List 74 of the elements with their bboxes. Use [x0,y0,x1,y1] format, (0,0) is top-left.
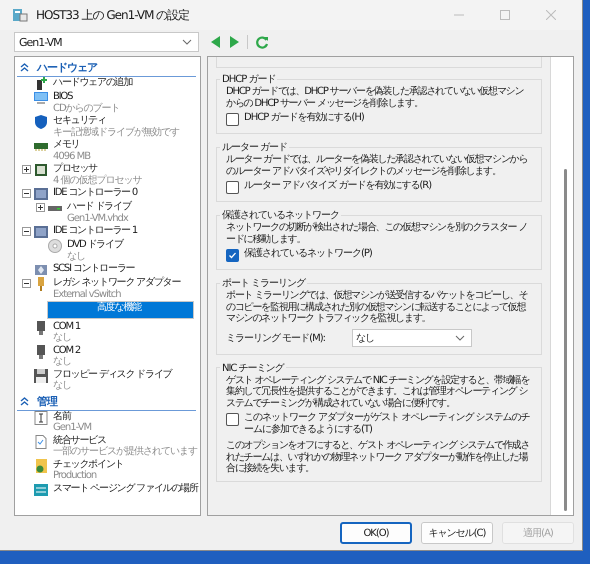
description-text: ネットワークの切断が検出された場合、この仮想マシンを別のクラスター ノードに移動します。 [226,222,528,245]
group-title: ルーター ガード [221,141,288,154]
description-text: ポート ミラーリングでは、仮想マシンが送受信するパケットをコピーし、そのコピーを監視用に構成された別の仮想マシンに転送することによって仮想マシンのネットワーク トラフィックを監視します。 [226,290,528,324]
port-icon [34,320,48,334]
dialog-button[interactable]: キャンセル(C) [421,522,493,544]
tree-item[interactable]: COM 1 なし [51,320,200,343]
controller-icon [34,225,48,239]
section-heading: 管理 [37,394,57,408]
tree-item[interactable]: メモリ 4096 MB [51,139,200,162]
checkbox[interactable] [226,413,239,426]
tree-item[interactable]: ハードウェアの追加 [51,77,200,88]
collapse-icon[interactable] [22,279,31,288]
checkbox-label[interactable]: 保護されているネットワーク(P) [244,248,372,260]
tree-item[interactable]: 高度な機能 [47,301,194,319]
refresh-icon[interactable] [256,36,269,48]
controller-icon [34,187,48,201]
expand-icon[interactable] [36,203,45,212]
tree-item[interactable]: 名前 Gen1-VM [51,410,200,433]
tree-item[interactable]: ハード ドライブ Gen1-VM.vhdx [65,201,200,224]
collapse-icon[interactable] [20,396,29,406]
tree-item[interactable]: フロッピー ディスク ドライブ なし [51,368,200,391]
description-text: DHCP ガードでは、DHCP サーバーを偽装した承認されていない仮想マシンからの DHCP サーバー メッセージを削除します。 [226,86,524,109]
group-title: ポート ミラーリング [221,277,307,290]
disc-icon [48,239,62,253]
tree-item[interactable]: COM 2 なし [51,344,200,367]
scrollbar-thumb[interactable] [564,169,567,511]
tree-item[interactable]: プロセッサ 4 個の仮想プロセッサ [51,163,200,186]
shield-icon [34,115,48,129]
tree-item[interactable]: IDE コントローラー 1 [51,225,200,236]
description-text: ゲスト オペレーティング システムで NIC チーミングを設定すると、帯域幅を集約して冗長性を提供することができます。これは管理オペレーティング システムでチーミングが構成されていない場合に便利です。 [226,374,530,409]
group-title: NIC チーミング [221,362,286,374]
description-text: このオプションをオフにすると、ゲスト オペレーティング システムで作成されたチームは、いずれかの物理ネットワーク アダプターが動作を停止した場合に接続を失います。 [226,440,530,474]
tree-item[interactable]: セキュリティ キー記憶域ドライブが無効です [51,115,200,138]
checkmark-icon [228,251,237,260]
paging-file-icon [34,482,48,496]
vm-select[interactable]: Gen1-VM [14,32,199,52]
checkbox[interactable] [226,181,239,194]
dialog-button[interactable]: OK(O) [340,522,412,544]
window-title: HOST33 上の Gen1-VM の設定 [36,6,190,24]
forward-icon[interactable] [229,36,239,48]
floppy-icon [34,368,48,382]
mode-select[interactable]: なし [352,328,472,346]
scsi-icon [34,263,48,277]
tree-item[interactable]: スマート ページング ファイルの場所 [51,482,200,494]
tree-item[interactable]: DVD ドライブ なし [65,239,200,262]
description-text: ルーター ガードでは、ルーターを偽装した承認されていない仮想マシンからのルーター アドバタイズやリダイレクトのメッセージを削除します。 [226,154,528,177]
checkbox-label[interactable]: このネットワーク アダプターがゲスト オペレーティング システムのチームに参加できるようにする(T) [244,412,532,436]
tree-item[interactable]: 統合サービス 一部のサービスが提供されています [51,434,200,457]
field-label: ミラーリング モード(M): [226,332,326,344]
collapse-icon[interactable] [22,227,31,236]
name-field-icon [34,410,48,424]
chip-icon [34,163,48,177]
checkbox-label[interactable]: DHCP ガードを有効にする(H) [244,112,364,124]
group-title: DHCP ガード [221,73,276,86]
monitor-icon [34,91,48,105]
tree-item[interactable]: IDE コントローラー 0 [51,187,200,198]
app-icon [12,7,28,23]
tree-item[interactable]: チェックポイント Production [51,458,200,481]
section-heading: ハードウェア [37,60,97,75]
collapse-icon[interactable] [20,63,29,72]
back-icon[interactable] [211,36,221,48]
tree-item[interactable]: SCSI コントローラー [51,263,200,274]
hardware-add-icon [34,77,48,91]
expand-icon[interactable] [22,165,31,174]
collapse-icon[interactable] [22,189,31,198]
checkbox[interactable] [226,113,239,126]
document-icon [34,434,48,448]
checkbox[interactable] [226,249,239,262]
group-title: 保護されているネットワーク [221,208,340,222]
checkpoint-icon [34,458,48,472]
tree-item[interactable]: レガシ ネットワーク アダプター External vSwitch [51,277,200,300]
checkbox-label[interactable]: ルーター アドバタイズ ガードを有効にする(R) [244,180,432,192]
port-icon [34,344,48,358]
tree-item[interactable]: BIOS CDからのブート [51,91,200,114]
